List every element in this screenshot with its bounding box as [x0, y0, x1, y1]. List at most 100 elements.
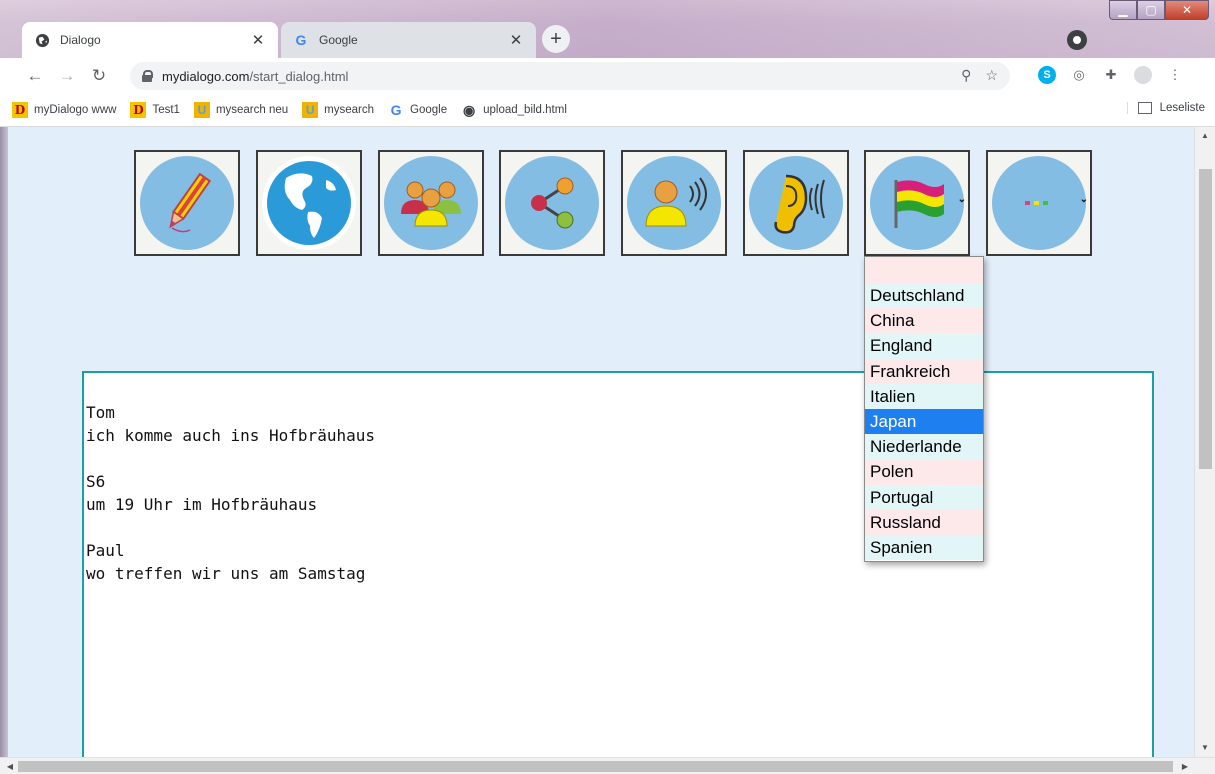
back-arrow-icon[interactable]: ←: [22, 63, 48, 89]
world-button[interactable]: [256, 150, 362, 256]
google-icon: G: [295, 32, 307, 48]
bookmark-mysearch-neu[interactable]: U mysearch neu: [193, 102, 289, 118]
dropdown-option-china[interactable]: China: [865, 308, 983, 334]
share-button[interactable]: [499, 150, 605, 256]
forward-arrow-icon[interactable]: →: [54, 63, 80, 89]
minimize-button[interactable]: ▁: [1109, 0, 1137, 20]
horizontal-scroll-thumb[interactable]: [18, 761, 1173, 772]
browser-toolbar: ← → ↻ mydialogo.com/start_dialog.html ⚲ …: [0, 58, 1215, 94]
bookmark-mydialogo-www[interactable]: D myDialogo www: [12, 102, 116, 118]
chat-sender: Paul: [86, 541, 125, 560]
dropdown-option-italien[interactable]: Italien: [865, 383, 983, 409]
dropdown-option-polen[interactable]: Polen: [865, 459, 983, 485]
chat-textarea[interactable]: Tom ich komme auch ins Hofbräuhaus S6 um…: [82, 371, 1154, 774]
speaker-person-icon: [645, 177, 707, 227]
mysearch-favicon-icon: U: [302, 102, 319, 118]
new-tab-button[interactable]: +: [542, 25, 570, 53]
reading-list-icon: [1137, 102, 1152, 114]
dropdown-option-niederlande[interactable]: Niederlande: [865, 434, 983, 460]
bookmark-test1[interactable]: D Test1: [130, 102, 180, 118]
close-tab-icon[interactable]: ✕: [508, 31, 524, 49]
chat-message: ich komme auch ins Hofbräuhaus: [86, 426, 375, 445]
language-dropdown-list[interactable]: Deutschland China England Frankreich Ita…: [864, 256, 984, 562]
flag-language-icon: [894, 180, 944, 228]
tab-title: Dialogo: [60, 33, 101, 47]
bookmark-upload-bild[interactable]: ◉ upload_bild.html: [461, 102, 567, 118]
pencil-icon: [169, 172, 212, 233]
dropdown-empty-option[interactable]: [865, 257, 983, 283]
google-icon: G: [390, 102, 402, 118]
url-host: mydialogo.com: [162, 68, 250, 84]
maximize-button[interactable]: ▢: [1137, 0, 1165, 20]
bookmark-label: upload_bild.html: [483, 104, 567, 116]
group-people-icon: [401, 181, 461, 227]
dialogo-favicon-icon: D: [12, 102, 28, 118]
scroll-right-arrow-icon[interactable]: ▶: [1177, 758, 1193, 774]
write-button[interactable]: [134, 150, 240, 256]
reading-list-button[interactable]: Leseliste: [1126, 102, 1205, 114]
chat-entry: Paul wo treffen wir uns am Samstag: [86, 539, 1152, 585]
share-icon: [531, 177, 574, 229]
tab-title: Google: [319, 33, 358, 47]
horizontal-scrollbar[interactable]: ◀ ▶: [0, 757, 1215, 774]
extension-circle-icon[interactable]: ◎: [1070, 66, 1088, 84]
url-path: /start_dialog.html: [249, 68, 349, 84]
bookmark-google[interactable]: G Google: [388, 102, 448, 118]
bookmark-star-icon[interactable]: ☆: [985, 67, 998, 84]
profile-avatar-icon[interactable]: [1134, 66, 1152, 84]
bookmark-label: myDialogo www: [34, 104, 117, 116]
close-window-button[interactable]: ✕: [1165, 0, 1209, 20]
scroll-left-arrow-icon[interactable]: ◀: [2, 758, 18, 774]
chat-sender: Tom: [86, 403, 115, 422]
bookmark-label: Test1: [152, 104, 180, 116]
vertical-scroll-thumb[interactable]: [1199, 169, 1212, 469]
tab-search-icon[interactable]: [1067, 30, 1087, 50]
bookmark-mysearch[interactable]: U mysearch: [302, 102, 374, 118]
more-dots-icon: [1025, 201, 1048, 205]
extensions-puzzle-icon[interactable]: ✚: [1102, 66, 1120, 84]
chat-sender: S6: [86, 472, 106, 491]
globe-icon: ◉: [463, 101, 476, 118]
dropdown-option-russland[interactable]: Russland: [865, 509, 983, 535]
globe-icon: [34, 32, 50, 48]
bookmark-label: mysearch: [324, 104, 375, 116]
chevron-down-icon: ⌄: [957, 194, 966, 205]
group-button[interactable]: [378, 150, 484, 256]
menu-dots-icon[interactable]: ⋮: [1166, 66, 1184, 84]
more-options-button[interactable]: ⌄: [986, 150, 1092, 256]
dropdown-option-portugal[interactable]: Portugal: [865, 484, 983, 510]
window-left-edge: [0, 127, 8, 757]
location-pin-icon[interactable]: ⚲: [961, 67, 971, 84]
language-select-button[interactable]: ⌄: [864, 150, 970, 256]
globe-earth-icon: [267, 161, 351, 245]
skype-icon[interactable]: S: [1038, 66, 1056, 84]
address-bar[interactable]: mydialogo.com/start_dialog.html ⚲ ☆: [130, 62, 1010, 90]
vertical-scrollbar[interactable]: ▲ ▼: [1194, 127, 1215, 757]
listen-button[interactable]: [743, 150, 849, 256]
tab-dialogo[interactable]: Dialogo ✕: [22, 22, 278, 58]
tab-google[interactable]: G Google ✕: [281, 22, 536, 58]
page-viewport: ⌄ ⌄ Tom ich komme auch ins Hofbräuhaus S…: [0, 127, 1215, 774]
chat-message: wo treffen wir uns am Samstag: [86, 564, 366, 583]
bookmark-label: Google: [410, 104, 448, 116]
bookmarks-bar: D myDialogo www D Test1 U mysearch neu U…: [0, 94, 1215, 127]
dialogo-favicon-icon: D: [130, 102, 147, 118]
close-tab-icon[interactable]: ✕: [250, 31, 266, 49]
lock-icon[interactable]: [142, 70, 153, 82]
dropdown-option-england[interactable]: England: [865, 333, 983, 359]
mysearch-favicon-icon: U: [193, 102, 210, 118]
reload-icon[interactable]: ↻: [86, 63, 112, 89]
dropdown-option-frankreich[interactable]: Frankreich: [865, 358, 983, 384]
chevron-down-icon: ⌄: [1079, 194, 1088, 205]
speak-button[interactable]: [621, 150, 727, 256]
scroll-up-arrow-icon[interactable]: ▲: [1195, 127, 1215, 145]
bookmark-label: mysearch neu: [215, 104, 289, 116]
reading-list-label: Leseliste: [1159, 102, 1205, 114]
dropdown-option-deutschland[interactable]: Deutschland: [865, 283, 983, 309]
dropdown-option-japan[interactable]: Japan: [865, 408, 983, 435]
dropdown-option-spanien[interactable]: Spanien: [865, 534, 983, 561]
chat-entry: Tom ich komme auch ins Hofbräuhaus: [86, 401, 1152, 447]
ear-listen-icon: [774, 174, 825, 234]
scroll-down-arrow-icon[interactable]: ▼: [1195, 739, 1215, 757]
chat-entry: S6 um 19 Uhr im Hofbräuhaus: [86, 470, 1152, 516]
